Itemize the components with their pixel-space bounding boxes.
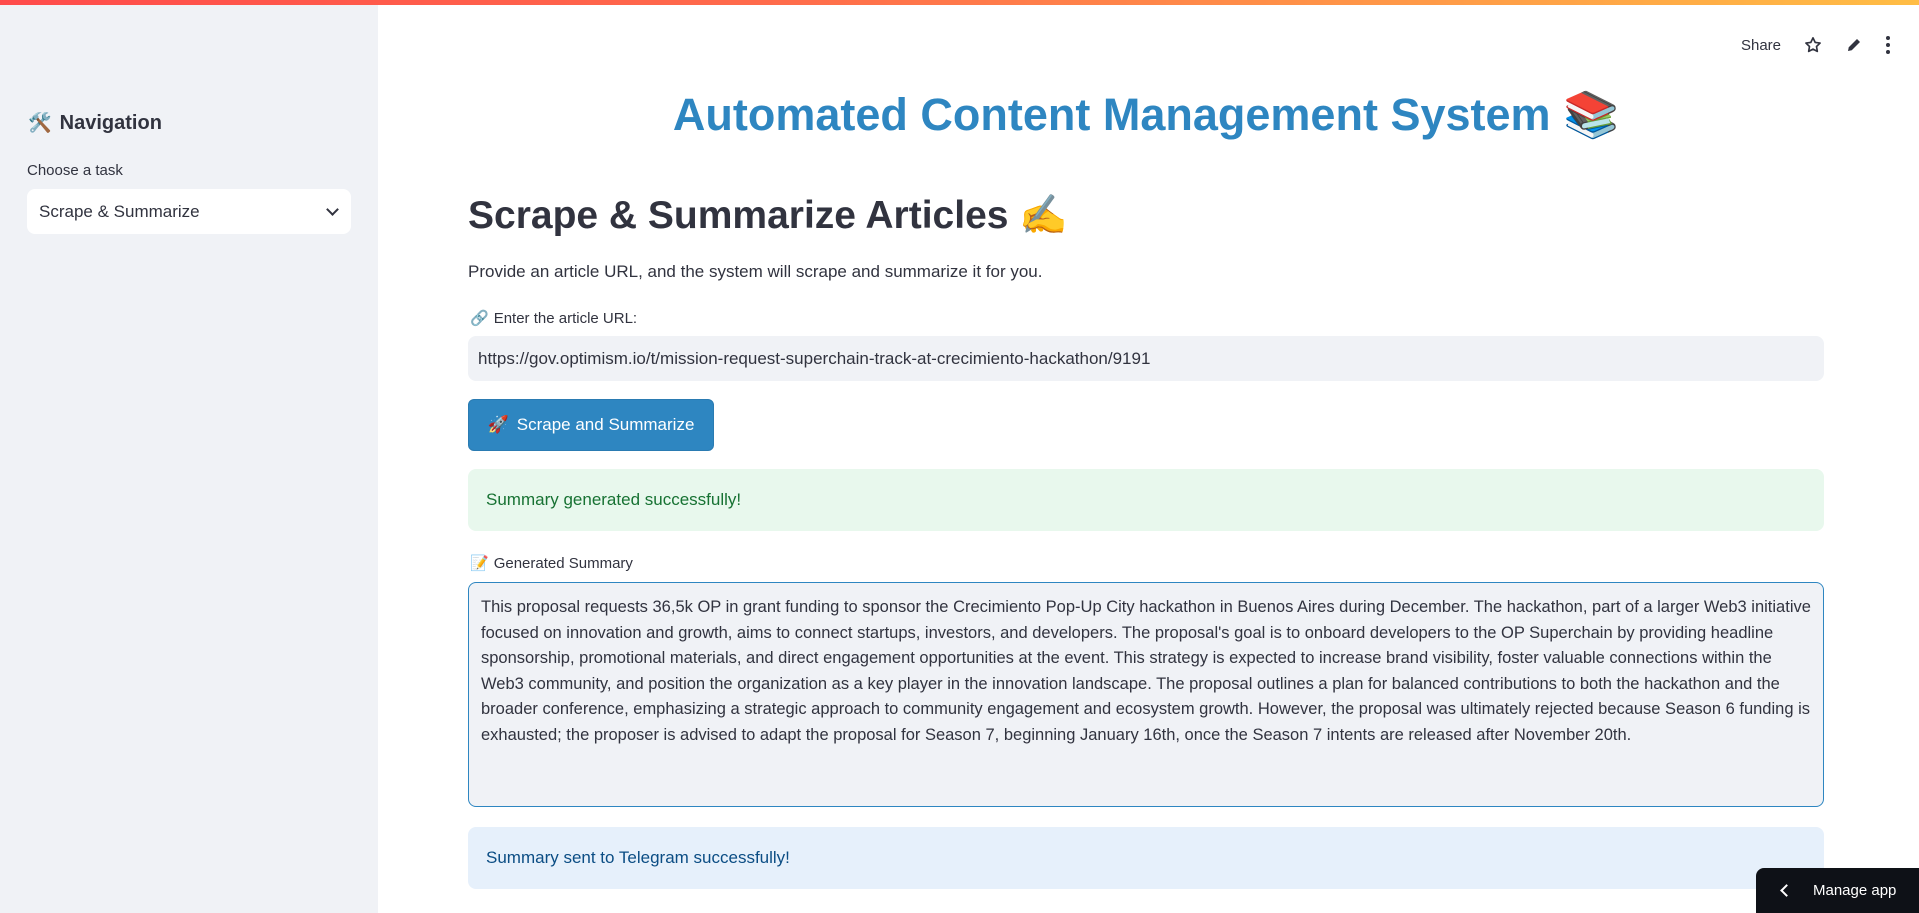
chevron-down-icon <box>326 202 339 216</box>
task-select[interactable]: Scrape & Summarize <box>27 189 351 234</box>
success-alert: Summary generated successfully! <box>468 469 1824 531</box>
manage-app-button[interactable]: Manage app <box>1756 868 1919 913</box>
button-label: Scrape and Summarize <box>516 415 695 434</box>
app-toolbar: Share <box>1741 30 1891 60</box>
pencil-icon[interactable] <box>1845 36 1863 54</box>
tools-icon: 🛠️ <box>28 113 52 134</box>
manage-app-label: Manage app <box>1813 882 1897 899</box>
intro-text: Provide an article URL, and the system w… <box>468 262 1043 281</box>
app-title: Automated Content Management System 📚 <box>672 89 1620 140</box>
success-message: Summary generated successfully! <box>486 490 742 509</box>
chevron-left-icon <box>1780 884 1793 897</box>
kebab-menu-icon[interactable] <box>1885 35 1891 55</box>
link-icon: 🔗 <box>470 310 489 327</box>
url-field-label: 🔗 Enter the article URL: <box>470 309 638 328</box>
task-select-value: Scrape & Summarize <box>39 201 200 221</box>
share-button[interactable]: Share <box>1741 37 1781 54</box>
summary-field-label: 📝 Generated Summary <box>470 554 633 573</box>
summary-textarea[interactable]: This proposal requests 36,5k OP in grant… <box>468 582 1824 807</box>
top-decoration-bar <box>0 0 1919 5</box>
star-icon[interactable] <box>1803 35 1823 55</box>
memo-icon: 📝 <box>470 555 489 572</box>
telegram-info-alert: Summary sent to Telegram successfully! <box>468 827 1824 889</box>
url-input[interactable] <box>468 336 1824 381</box>
summary-field-label-text: Generated Summary <box>493 554 633 572</box>
sidebar-title: 🛠️ Navigation <box>28 111 162 135</box>
page-heading: Scrape & Summarize Articles ✍️ <box>468 194 1068 237</box>
scrape-and-summarize-button[interactable]: 🚀 Scrape and Summarize <box>468 399 714 451</box>
rocket-icon: 🚀 <box>487 415 509 434</box>
telegram-message: Summary sent to Telegram successfully! <box>486 848 790 867</box>
url-field-label-text: Enter the article URL: <box>493 309 638 327</box>
sidebar-title-text: Navigation <box>59 111 162 134</box>
sidebar: 🛠️ Navigation Choose a task Scrape & Sum… <box>0 0 378 913</box>
task-select-label: Choose a task <box>27 162 123 179</box>
